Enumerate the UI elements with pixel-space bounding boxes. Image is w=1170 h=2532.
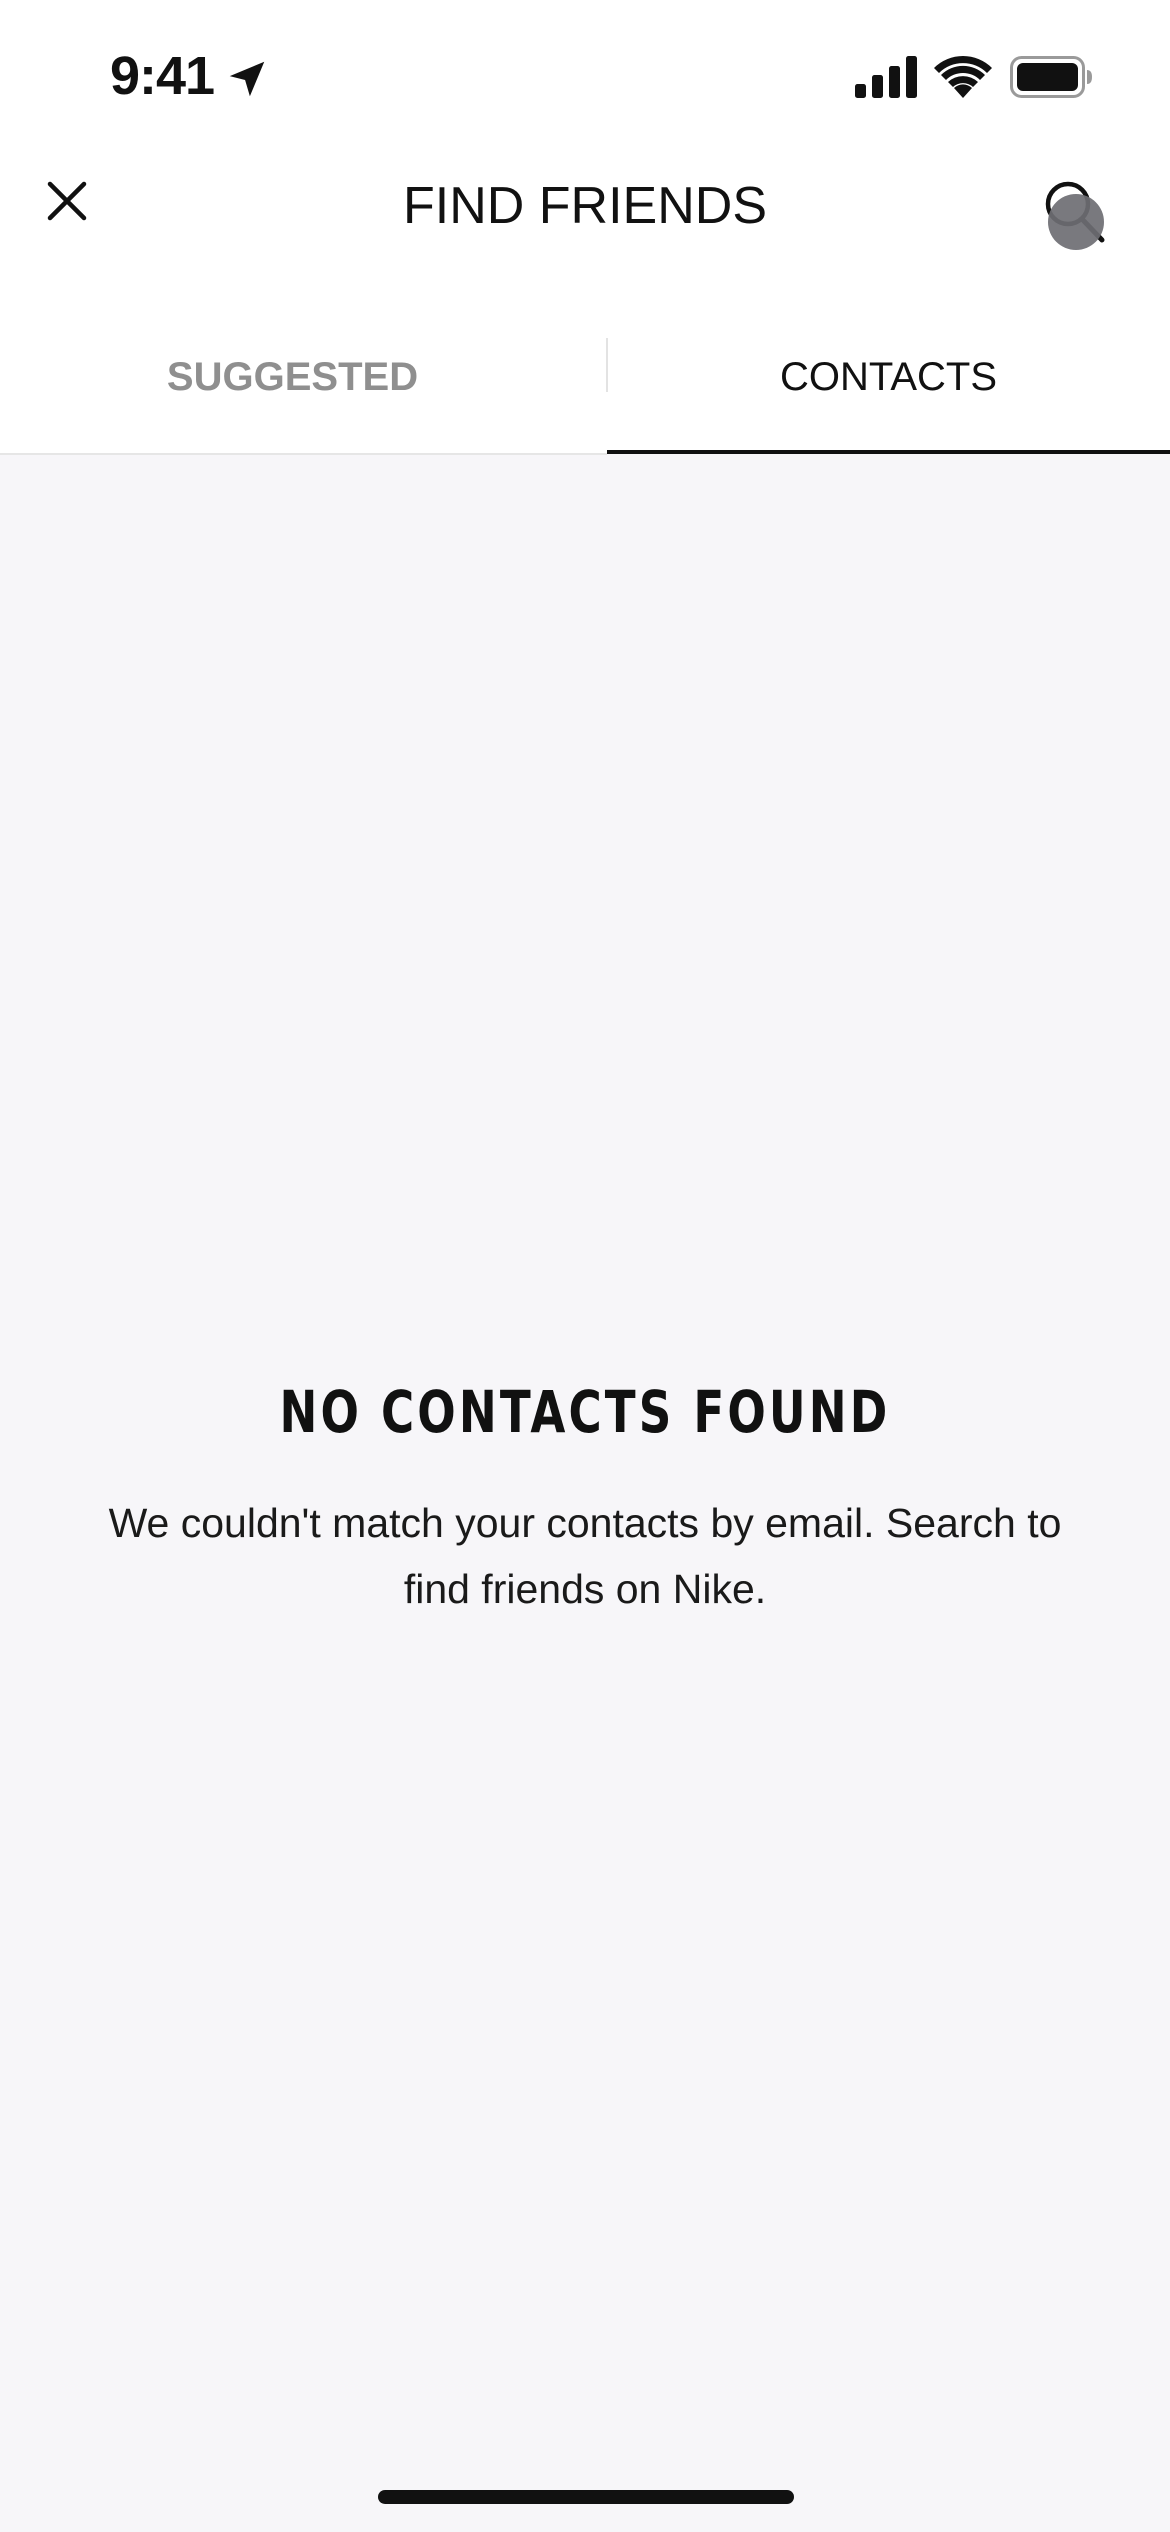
home-indicator[interactable] <box>378 2490 794 2504</box>
battery-icon <box>1010 56 1092 98</box>
empty-state-message: We couldn't match your contacts by email… <box>108 1500 1062 1612</box>
page-title: FIND FRIENDS <box>403 177 767 235</box>
location-arrow-icon <box>229 61 265 97</box>
tab-bar-border <box>0 453 607 455</box>
tab-contacts[interactable]: CONTACTS <box>607 300 1170 454</box>
tab-bar: SUGGESTED CONTACTS <box>0 300 1170 454</box>
active-tab-underline <box>607 450 1170 454</box>
top-bar-area: 9:41 FIND FRIENDS SUGGESTED CONTACTS <box>0 0 1170 455</box>
status-time: 9:41 <box>110 46 215 106</box>
tab-suggested[interactable]: SUGGESTED <box>0 300 585 454</box>
empty-state-title: NO CONTACTS FOUND <box>279 1378 891 1446</box>
touch-indicator <box>1048 194 1104 250</box>
wifi-icon <box>934 55 992 98</box>
cellular-signal-icon <box>855 56 917 98</box>
